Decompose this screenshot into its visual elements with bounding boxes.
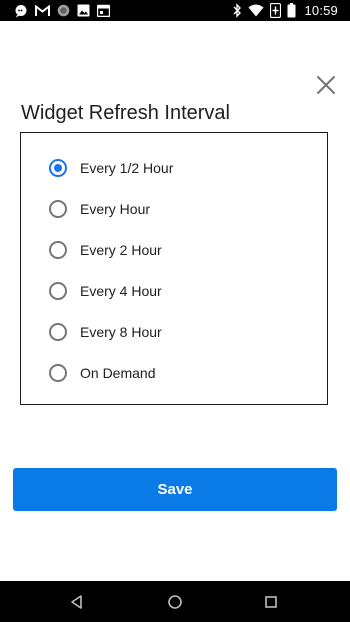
option-every-2-hour[interactable]: Every 2 Hour xyxy=(21,231,327,269)
battery-saver-icon xyxy=(270,3,282,18)
option-on-demand[interactable]: On Demand xyxy=(21,354,327,392)
home-icon[interactable] xyxy=(166,593,184,611)
option-every-half-hour[interactable]: Every 1/2 Hour xyxy=(21,149,327,187)
circle-app-icon xyxy=(57,4,70,17)
dialog-title: Widget Refresh Interval xyxy=(21,102,230,124)
navigation-bar xyxy=(0,581,350,622)
close-button[interactable] xyxy=(314,73,338,97)
gmail-icon xyxy=(35,4,50,16)
radio-button[interactable] xyxy=(49,241,67,259)
radio-button[interactable] xyxy=(49,364,67,382)
notification-icons xyxy=(14,3,110,18)
battery-icon xyxy=(287,3,296,18)
recents-icon[interactable] xyxy=(262,593,280,611)
option-label: Every 4 Hour xyxy=(80,283,162,299)
status-bar: 10:59 xyxy=(0,0,350,21)
bluetooth-icon xyxy=(233,3,242,18)
save-button[interactable]: Save xyxy=(13,468,337,511)
radio-button[interactable] xyxy=(49,323,67,341)
option-label: Every 2 Hour xyxy=(80,242,162,258)
option-label: Every 1/2 Hour xyxy=(80,160,174,176)
screen: 10:59 Widget Refresh Interval Every 1/2 … xyxy=(0,0,350,622)
image-icon xyxy=(77,4,90,17)
wifi-icon xyxy=(248,4,264,17)
radio-button[interactable] xyxy=(49,200,67,218)
option-every-8-hour[interactable]: Every 8 Hour xyxy=(21,313,327,351)
chat-bubble-icon xyxy=(15,4,27,17)
radio-button-selected[interactable] xyxy=(49,159,67,177)
close-icon xyxy=(317,76,335,94)
clock: 10:59 xyxy=(304,3,338,18)
option-label: On Demand xyxy=(80,365,156,381)
calendar-icon xyxy=(97,4,110,17)
back-icon[interactable] xyxy=(68,593,86,611)
radio-button[interactable] xyxy=(49,282,67,300)
refresh-interval-options: Every 1/2 Hour Every Hour Every 2 Hour E… xyxy=(20,132,328,405)
option-label: Every 8 Hour xyxy=(80,324,162,340)
option-every-4-hour[interactable]: Every 4 Hour xyxy=(21,272,327,310)
option-every-hour[interactable]: Every Hour xyxy=(21,190,327,228)
system-icons: 10:59 xyxy=(232,2,338,19)
option-label: Every Hour xyxy=(80,201,151,217)
